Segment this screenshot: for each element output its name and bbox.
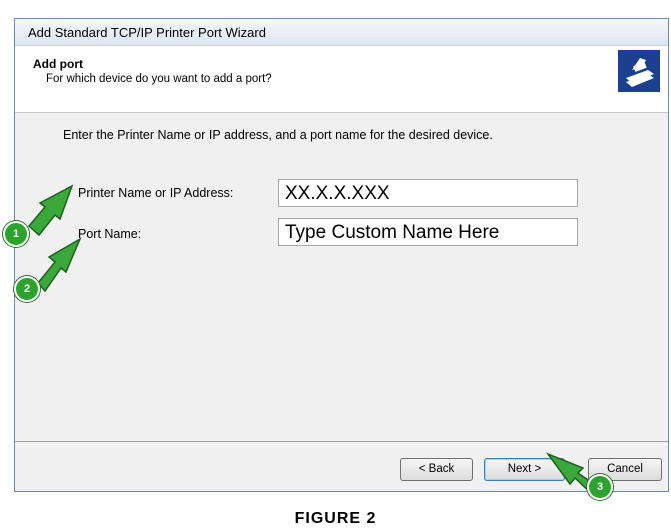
figure-caption: FIGURE 2	[294, 510, 377, 527]
callout-badge-1: 1	[3, 221, 29, 247]
callout-badge-3: 3	[587, 474, 613, 500]
callout-arrows	[27, 184, 603, 498]
callout-arrow-1	[27, 184, 74, 237]
callout-badge-2: 2	[14, 276, 40, 302]
callout-arrow-2	[37, 237, 82, 293]
